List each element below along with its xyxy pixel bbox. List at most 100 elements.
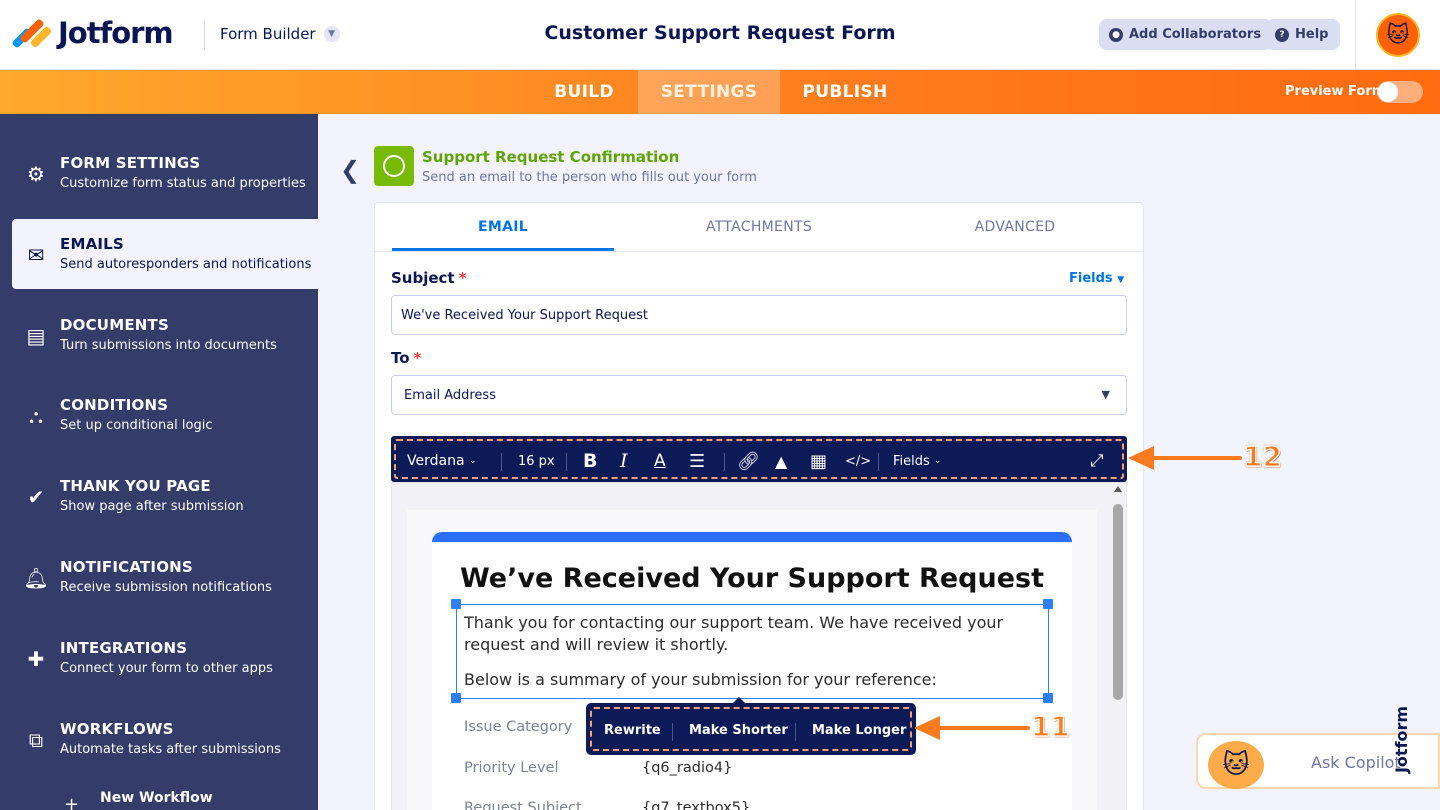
sidebar-item-form-settings[interactable]: ⚙ FORM SETTINGS Customize form status an… (0, 138, 318, 208)
sidebar-item-subtitle: Turn submissions into documents (60, 338, 277, 353)
align-icon[interactable]: ☰ (689, 441, 705, 481)
sidebar-item-thank-you-page[interactable]: ✔ THANK YOU PAGE Show page after submiss… (0, 461, 318, 531)
toolbar-fields-label: Fields (893, 453, 930, 469)
callout-number-12: 12 (1242, 439, 1282, 474)
user-icon: ● (1109, 27, 1123, 42)
tab-build[interactable]: BUILD (530, 70, 638, 114)
make-longer-button[interactable]: Make Longer (812, 723, 906, 738)
sidebar-item-subtitle: Set up conditional logic (60, 418, 213, 433)
to-label: To * (391, 349, 422, 367)
bell-icon: 🔔︎ (23, 566, 49, 590)
fields-label: Fields (1069, 271, 1113, 286)
form-builder-menu[interactable]: Form Builder ▼ (220, 25, 340, 43)
bold-icon[interactable]: B (583, 441, 597, 481)
avatar[interactable]: 🐱 (1376, 13, 1420, 57)
divider (1355, 0, 1356, 70)
form-title[interactable]: Customer Support Request Form (470, 22, 970, 44)
top-bar: Jotform Form Builder ▼ Customer Support … (0, 0, 1440, 70)
copilot-cat-icon: 🐱 (1208, 741, 1264, 789)
add-collaborators-button[interactable]: ● Add Collaborators (1099, 19, 1274, 50)
new-workflow-button[interactable]: New Workflow (100, 790, 213, 806)
body-line-1[interactable]: Thank you for contacting our support tea… (464, 612, 1003, 634)
sidebar-item-emails[interactable]: ✉ EMAILS Send autoresponders and notific… (12, 219, 318, 289)
text-color-icon[interactable]: A (654, 441, 666, 481)
tab-attachments[interactable]: ATTACHMENTS (648, 203, 870, 251)
divider (375, 251, 1143, 252)
scroll-up-icon[interactable] (1114, 486, 1122, 492)
sidebar-item-integrations[interactable]: ✚ INTEGRATIONS Connect your form to othe… (0, 623, 318, 693)
chevron-down-icon: ▼ (1101, 388, 1110, 401)
italic-icon[interactable]: I (620, 441, 628, 481)
sidebar-item-workflows[interactable]: ⧉ WORKFLOWS Automate tasks after submiss… (0, 704, 318, 774)
subject-label-text: Subject (391, 269, 455, 287)
editor-toolbar: Verdana ⌄ 16 px B I A ☰ 🔗︎ ▲ ▦ </> Field… (391, 436, 1127, 482)
code-icon[interactable]: </> (845, 441, 871, 481)
summary-value: {q7_textbox5} (642, 800, 751, 810)
ai-writing-popup: Rewrite Make Shorter Make Longer (586, 697, 916, 755)
chevron-down-icon: ⌄ (468, 456, 477, 466)
divider (566, 453, 567, 471)
resize-handle[interactable] (1043, 693, 1053, 703)
preview-form-label: Preview Form (1285, 84, 1386, 99)
sidebar-item-subtitle: Automate tasks after submissions (60, 742, 281, 757)
workflow-icon: ⧉ (28, 728, 44, 752)
chevron-down-icon: ⌄ (933, 456, 942, 466)
table-icon[interactable]: ▦ (810, 441, 827, 481)
sidebar-item-title: EMAILS (60, 235, 124, 253)
sidebar-item-documents[interactable]: ▤ DOCUMENTS Turn submissions into docume… (0, 300, 318, 370)
question-icon: ? (1275, 27, 1289, 42)
sidebar-item-conditions[interactable]: ⛬ CONDITIONS Set up conditional logic (0, 380, 318, 450)
preview-form-toggle[interactable] (1377, 81, 1423, 103)
help-label: Help (1295, 27, 1329, 42)
callout-number-11: 11 (1030, 709, 1070, 744)
resize-handle[interactable] (451, 693, 461, 703)
resize-handle[interactable] (451, 599, 461, 609)
subject-input[interactable]: We've Received Your Support Request (391, 295, 1127, 335)
font-size-select[interactable]: 16 px (518, 441, 555, 481)
image-icon[interactable]: ▲ (775, 441, 787, 481)
to-select[interactable]: Email Address ▼ (391, 375, 1127, 415)
link-icon[interactable]: 🔗︎ (737, 441, 760, 481)
toolbar-fields-dropdown[interactable]: Fields ⌄ (893, 441, 941, 481)
sidebar-item-title: CONDITIONS (60, 396, 169, 414)
tab-advanced[interactable]: ADVANCED (904, 203, 1126, 251)
jotform-logo[interactable]: Jotform (11, 16, 174, 50)
email-subtitle: Send an email to the person who fills ou… (422, 170, 757, 185)
divider (878, 453, 879, 471)
gear-icon: ⚙ (27, 162, 45, 186)
tab-settings[interactable]: SETTINGS (638, 70, 780, 114)
resize-handle[interactable] (1043, 599, 1053, 609)
callout-arrow (1150, 456, 1242, 460)
divider (501, 453, 502, 471)
tab-email[interactable]: EMAIL (392, 203, 614, 251)
fields-dropdown[interactable]: Fields ▼ (1069, 271, 1124, 286)
rewrite-button[interactable]: Rewrite (604, 723, 661, 738)
sidebar-item-title: DOCUMENTS (60, 316, 169, 334)
sidebar-item-title: NOTIFICATIONS (60, 558, 193, 576)
body-line-2[interactable]: request and will review it shortly. (464, 634, 728, 656)
check-circle-icon: ✔ (27, 485, 45, 509)
settings-sidebar: ⚙ FORM SETTINGS Customize form status an… (0, 114, 318, 810)
sidebar-item-subtitle: Send autoresponders and notifications (60, 257, 312, 272)
help-button[interactable]: ? Help (1265, 19, 1341, 50)
font-family-select[interactable]: Verdana ⌄ (407, 441, 477, 481)
sidebar-item-notifications[interactable]: 🔔︎ NOTIFICATIONS Receive submission noti… (0, 542, 318, 612)
brand-name: Jotform (58, 16, 174, 50)
divider (672, 723, 673, 741)
tab-publish[interactable]: PUBLISH (780, 70, 910, 114)
plus-icon: + (64, 794, 80, 810)
make-shorter-button[interactable]: Make Shorter (689, 723, 788, 738)
active-tab-indicator (392, 248, 614, 251)
sidebar-item-subtitle: Receive submission notifications (60, 580, 272, 595)
jotform-watermark: Jotform (1392, 690, 1438, 800)
back-chevron-icon[interactable]: ❮ (340, 156, 360, 184)
summary-value: {q6_radio4} (642, 760, 733, 776)
divider (204, 20, 205, 50)
editor-scrollbar[interactable] (1113, 504, 1123, 700)
to-label-text: To (391, 349, 410, 367)
body-line-3[interactable]: Below is a summary of your submission fo… (464, 669, 937, 691)
form-builder-label: Form Builder (220, 25, 316, 43)
expand-icon[interactable]: ⤢ (1090, 441, 1104, 481)
email-heading[interactable]: We’ve Received Your Support Request (432, 563, 1072, 594)
add-collaborators-label: Add Collaborators (1129, 27, 1262, 42)
